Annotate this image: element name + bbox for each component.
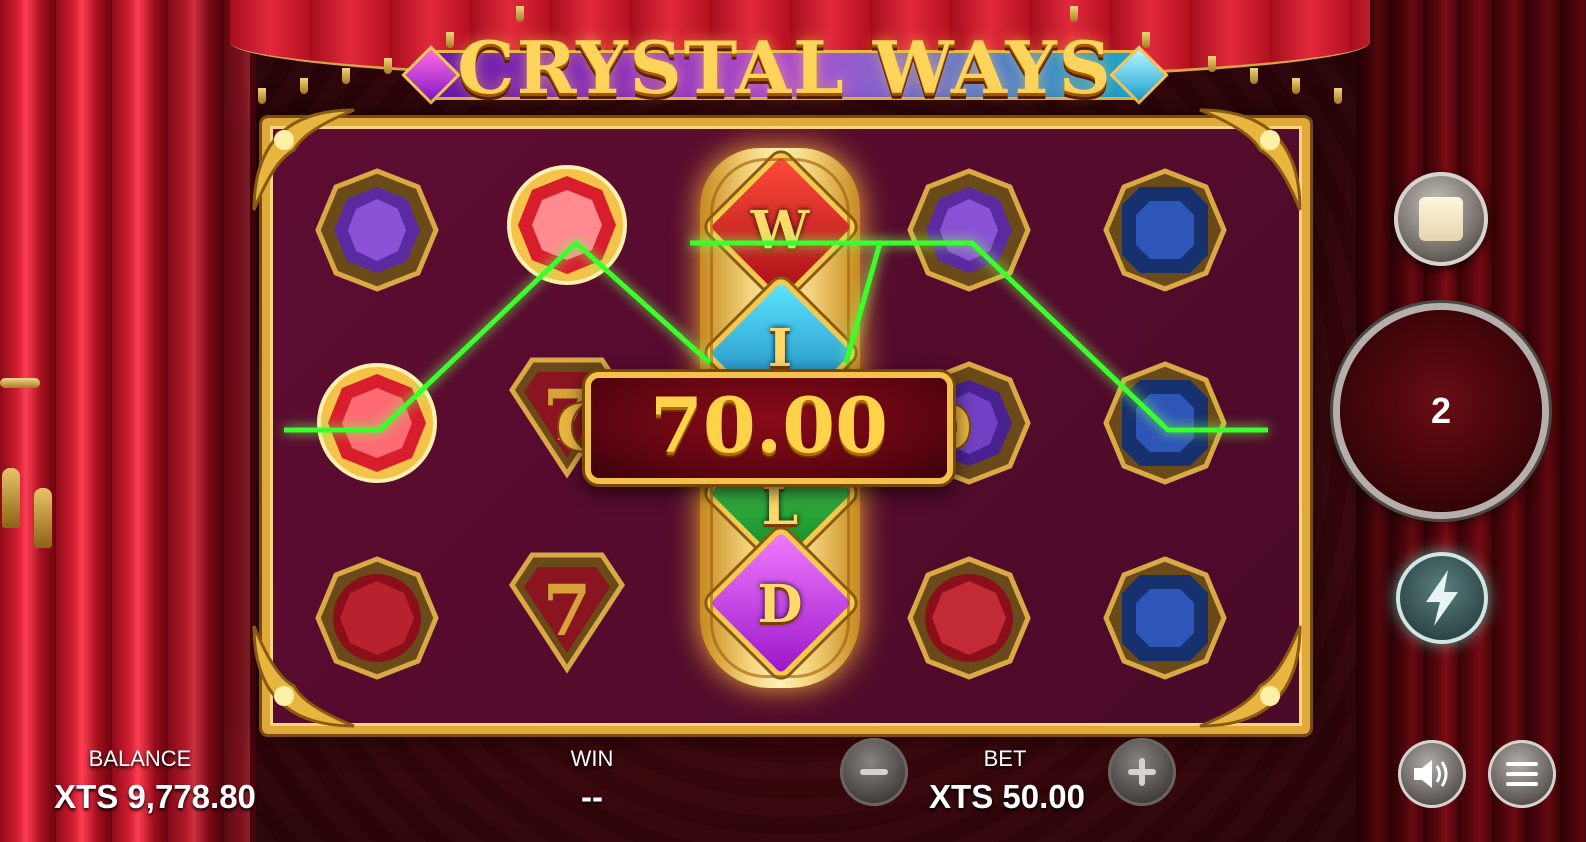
wild-letter: W (750, 200, 810, 261)
game-stage: CRYSTAL WAYS 7 7 (0, 0, 1586, 842)
wild-tile-red (703, 149, 859, 305)
red-gem-symbol (502, 160, 632, 290)
bet-label: BET (983, 746, 1027, 771)
decrease-bet-button[interactable] (840, 738, 908, 806)
stop-autoplay-button[interactable] (1394, 172, 1488, 266)
wild-letter: L (761, 476, 799, 537)
speaker-icon (1414, 760, 1448, 788)
blue-gem-symbol (1100, 358, 1230, 488)
spin-button[interactable]: 2 (1340, 310, 1542, 512)
red-gem-symbol (312, 358, 442, 488)
game-title-logo: CRYSTAL WAYS (401, 24, 1169, 114)
curtain-tieback (0, 378, 60, 548)
wild-letter: I (767, 318, 793, 379)
minus-icon (860, 769, 888, 775)
win-value: -- (581, 778, 603, 815)
bet-value: XTS 50.00 (929, 778, 1085, 815)
menu-icon (1506, 762, 1538, 786)
lightning-icon (1426, 570, 1458, 626)
autoplay-spins-remaining: 2 (1430, 390, 1452, 431)
red-gem-symbol (904, 553, 1034, 683)
balance-value: XTS 9,778.80 (54, 778, 256, 815)
menu-button[interactable] (1488, 740, 1556, 808)
turbo-button[interactable] (1396, 552, 1488, 644)
stop-icon (1419, 197, 1463, 241)
svg-text:7: 7 (543, 569, 592, 652)
wild-tile-purple (703, 525, 859, 681)
balance-label: BALANCE (88, 746, 192, 771)
win-label: WIN (570, 746, 614, 771)
game-title: CRYSTAL WAYS (457, 25, 1113, 110)
purple-gem-symbol (904, 165, 1034, 295)
plus-icon (1128, 758, 1156, 786)
seven-symbol: 7 (502, 545, 632, 675)
increase-bet-button[interactable] (1108, 738, 1176, 806)
blue-gem-symbol (1100, 553, 1230, 683)
wild-letter: D (757, 574, 803, 635)
purple-gem-symbol (312, 165, 442, 295)
sound-button[interactable] (1398, 740, 1466, 808)
red-gem-symbol (312, 553, 442, 683)
win-amount: 70.00 (650, 381, 888, 470)
win-amount-plaque: 70.00 (585, 372, 953, 484)
blue-gem-symbol (1100, 165, 1230, 295)
